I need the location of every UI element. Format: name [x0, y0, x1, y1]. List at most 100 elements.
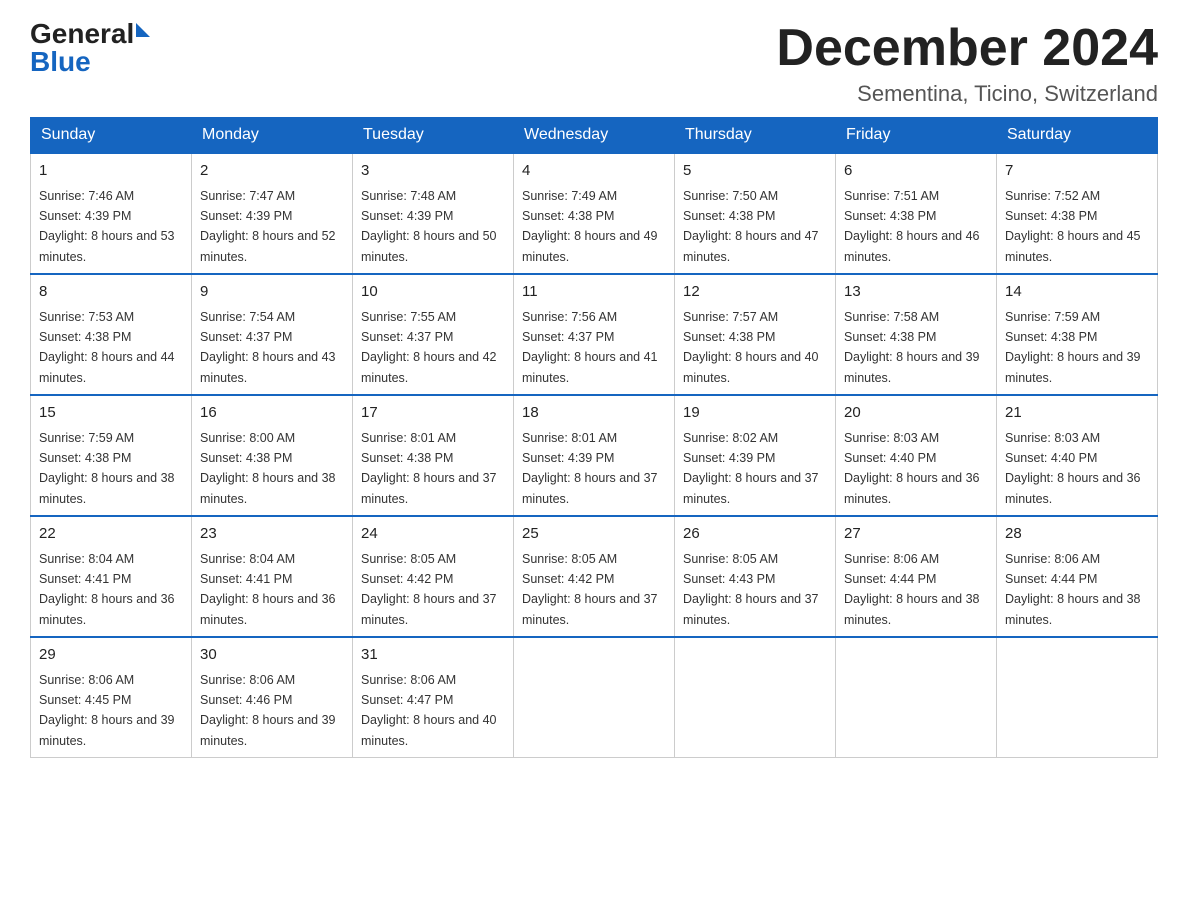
- calendar-cell: 5 Sunrise: 7:50 AMSunset: 4:38 PMDaylight…: [675, 153, 836, 274]
- day-number: 18: [522, 402, 666, 425]
- calendar-cell: 16Sunrise: 8:00 AMSunset: 4:38 PMDayligh…: [192, 395, 353, 516]
- calendar-cell: 24 Sunrise: 8:05 AMSunset: 4:42 PMDayligh…: [353, 516, 514, 637]
- day-info: Sunrise: 8:06 AMSunset: 4:44 PMDaylight:…: [1005, 552, 1141, 627]
- day-info: Sunrise: 7:49 AMSunset: 4:38 PMDaylight:…: [522, 189, 658, 264]
- calendar-cell: [997, 637, 1158, 758]
- calendar-cell: 22 Sunrise: 8:04 AMSunset: 4:41 PMDayligh…: [31, 516, 192, 637]
- calendar-week-row: 8Sunrise: 7:53 AMSunset: 4:38 PMDaylight…: [31, 274, 1158, 395]
- day-number: 29: [39, 644, 183, 667]
- day-number: 25: [522, 523, 666, 546]
- calendar-cell: [836, 637, 997, 758]
- calendar-cell: 23 Sunrise: 8:04 AMSunset: 4:41 PMDayligh…: [192, 516, 353, 637]
- weekday-header-thursday: Thursday: [675, 118, 836, 154]
- day-info: Sunrise: 8:04 AMSunset: 4:41 PMDaylight:…: [39, 552, 175, 627]
- weekday-header-row: SundayMondayTuesdayWednesdayThursdayFrid…: [31, 118, 1158, 154]
- day-number: 17: [361, 402, 505, 425]
- calendar-cell: 18 Sunrise: 8:01 AMSunset: 4:39 PMDayligh…: [514, 395, 675, 516]
- title-section: December 2024 Sementina, Ticino, Switzer…: [776, 20, 1158, 107]
- day-number: 13: [844, 281, 988, 304]
- day-info: Sunrise: 7:48 AMSunset: 4:39 PMDaylight:…: [361, 189, 497, 264]
- calendar-cell: 8Sunrise: 7:53 AMSunset: 4:38 PMDaylight…: [31, 274, 192, 395]
- day-number: 19: [683, 402, 827, 425]
- day-number: 27: [844, 523, 988, 546]
- calendar-cell: 30Sunrise: 8:06 AMSunset: 4:46 PMDayligh…: [192, 637, 353, 758]
- calendar-cell: 12 Sunrise: 7:57 AMSunset: 4:38 PMDayligh…: [675, 274, 836, 395]
- day-number: 7: [1005, 160, 1149, 183]
- calendar-cell: [675, 637, 836, 758]
- calendar-cell: 15Sunrise: 7:59 AMSunset: 4:38 PMDayligh…: [31, 395, 192, 516]
- calendar-week-row: 29 Sunrise: 8:06 AMSunset: 4:45 PMDayligh…: [31, 637, 1158, 758]
- day-info: Sunrise: 8:04 AMSunset: 4:41 PMDaylight:…: [200, 552, 336, 627]
- calendar-cell: 21Sunrise: 8:03 AMSunset: 4:40 PMDayligh…: [997, 395, 1158, 516]
- day-info: Sunrise: 7:47 AMSunset: 4:39 PMDaylight:…: [200, 189, 336, 264]
- calendar-cell: [514, 637, 675, 758]
- day-number: 5: [683, 160, 827, 183]
- weekday-header-friday: Friday: [836, 118, 997, 154]
- weekday-header-monday: Monday: [192, 118, 353, 154]
- calendar-cell: 25 Sunrise: 8:05 AMSunset: 4:42 PMDayligh…: [514, 516, 675, 637]
- day-info: Sunrise: 8:02 AMSunset: 4:39 PMDaylight:…: [683, 431, 819, 506]
- calendar-cell: 9 Sunrise: 7:54 AMSunset: 4:37 PMDaylight…: [192, 274, 353, 395]
- calendar-cell: 28 Sunrise: 8:06 AMSunset: 4:44 PMDayligh…: [997, 516, 1158, 637]
- calendar-cell: 27 Sunrise: 8:06 AMSunset: 4:44 PMDayligh…: [836, 516, 997, 637]
- day-info: Sunrise: 8:01 AMSunset: 4:38 PMDaylight:…: [361, 431, 497, 506]
- day-number: 10: [361, 281, 505, 304]
- day-info: Sunrise: 8:06 AMSunset: 4:47 PMDaylight:…: [361, 673, 497, 748]
- calendar-table: SundayMondayTuesdayWednesdayThursdayFrid…: [30, 117, 1158, 758]
- weekday-header-tuesday: Tuesday: [353, 118, 514, 154]
- calendar-cell: 4 Sunrise: 7:49 AMSunset: 4:38 PMDaylight…: [514, 153, 675, 274]
- day-number: 23: [200, 523, 344, 546]
- calendar-cell: 13 Sunrise: 7:58 AMSunset: 4:38 PMDayligh…: [836, 274, 997, 395]
- day-number: 3: [361, 160, 505, 183]
- day-info: Sunrise: 8:00 AMSunset: 4:38 PMDaylight:…: [200, 431, 336, 506]
- calendar-cell: 17 Sunrise: 8:01 AMSunset: 4:38 PMDayligh…: [353, 395, 514, 516]
- day-info: Sunrise: 7:54 AMSunset: 4:37 PMDaylight:…: [200, 310, 336, 385]
- day-number: 12: [683, 281, 827, 304]
- calendar-cell: 29 Sunrise: 8:06 AMSunset: 4:45 PMDayligh…: [31, 637, 192, 758]
- day-info: Sunrise: 7:57 AMSunset: 4:38 PMDaylight:…: [683, 310, 819, 385]
- day-number: 28: [1005, 523, 1149, 546]
- day-info: Sunrise: 8:05 AMSunset: 4:42 PMDaylight:…: [522, 552, 658, 627]
- day-number: 8: [39, 281, 183, 304]
- day-number: 14: [1005, 281, 1149, 304]
- calendar-cell: 1 Sunrise: 7:46 AMSunset: 4:39 PMDaylight…: [31, 153, 192, 274]
- day-info: Sunrise: 8:03 AMSunset: 4:40 PMDaylight:…: [844, 431, 980, 506]
- day-info: Sunrise: 7:55 AMSunset: 4:37 PMDaylight:…: [361, 310, 497, 385]
- day-info: Sunrise: 7:46 AMSunset: 4:39 PMDaylight:…: [39, 189, 175, 264]
- location-subtitle: Sementina, Ticino, Switzerland: [776, 81, 1158, 107]
- day-info: Sunrise: 7:52 AMSunset: 4:38 PMDaylight:…: [1005, 189, 1141, 264]
- day-number: 1: [39, 160, 183, 183]
- day-number: 30: [200, 644, 344, 667]
- month-title: December 2024: [776, 20, 1158, 77]
- day-info: Sunrise: 8:06 AMSunset: 4:45 PMDaylight:…: [39, 673, 175, 748]
- weekday-header-saturday: Saturday: [997, 118, 1158, 154]
- calendar-cell: 19 Sunrise: 8:02 AMSunset: 4:39 PMDayligh…: [675, 395, 836, 516]
- day-info: Sunrise: 7:59 AMSunset: 4:38 PMDaylight:…: [1005, 310, 1141, 385]
- day-number: 4: [522, 160, 666, 183]
- day-info: Sunrise: 7:50 AMSunset: 4:38 PMDaylight:…: [683, 189, 819, 264]
- day-info: Sunrise: 8:05 AMSunset: 4:43 PMDaylight:…: [683, 552, 819, 627]
- calendar-cell: 2 Sunrise: 7:47 AMSunset: 4:39 PMDaylight…: [192, 153, 353, 274]
- calendar-week-row: 15Sunrise: 7:59 AMSunset: 4:38 PMDayligh…: [31, 395, 1158, 516]
- weekday-header-wednesday: Wednesday: [514, 118, 675, 154]
- day-number: 2: [200, 160, 344, 183]
- logo-blue-text: Blue: [30, 48, 91, 76]
- day-number: 26: [683, 523, 827, 546]
- day-number: 24: [361, 523, 505, 546]
- day-info: Sunrise: 7:51 AMSunset: 4:38 PMDaylight:…: [844, 189, 980, 264]
- day-info: Sunrise: 8:03 AMSunset: 4:40 PMDaylight:…: [1005, 431, 1141, 506]
- day-info: Sunrise: 8:01 AMSunset: 4:39 PMDaylight:…: [522, 431, 658, 506]
- day-info: Sunrise: 7:56 AMSunset: 4:37 PMDaylight:…: [522, 310, 658, 385]
- weekday-header-sunday: Sunday: [31, 118, 192, 154]
- day-info: Sunrise: 7:58 AMSunset: 4:38 PMDaylight:…: [844, 310, 980, 385]
- day-number: 6: [844, 160, 988, 183]
- day-info: Sunrise: 8:05 AMSunset: 4:42 PMDaylight:…: [361, 552, 497, 627]
- day-info: Sunrise: 8:06 AMSunset: 4:44 PMDaylight:…: [844, 552, 980, 627]
- calendar-week-row: 1 Sunrise: 7:46 AMSunset: 4:39 PMDaylight…: [31, 153, 1158, 274]
- day-info: Sunrise: 7:59 AMSunset: 4:38 PMDaylight:…: [39, 431, 175, 506]
- calendar-cell: 31Sunrise: 8:06 AMSunset: 4:47 PMDayligh…: [353, 637, 514, 758]
- day-number: 22: [39, 523, 183, 546]
- calendar-cell: 26 Sunrise: 8:05 AMSunset: 4:43 PMDayligh…: [675, 516, 836, 637]
- day-number: 11: [522, 281, 666, 304]
- day-number: 9: [200, 281, 344, 304]
